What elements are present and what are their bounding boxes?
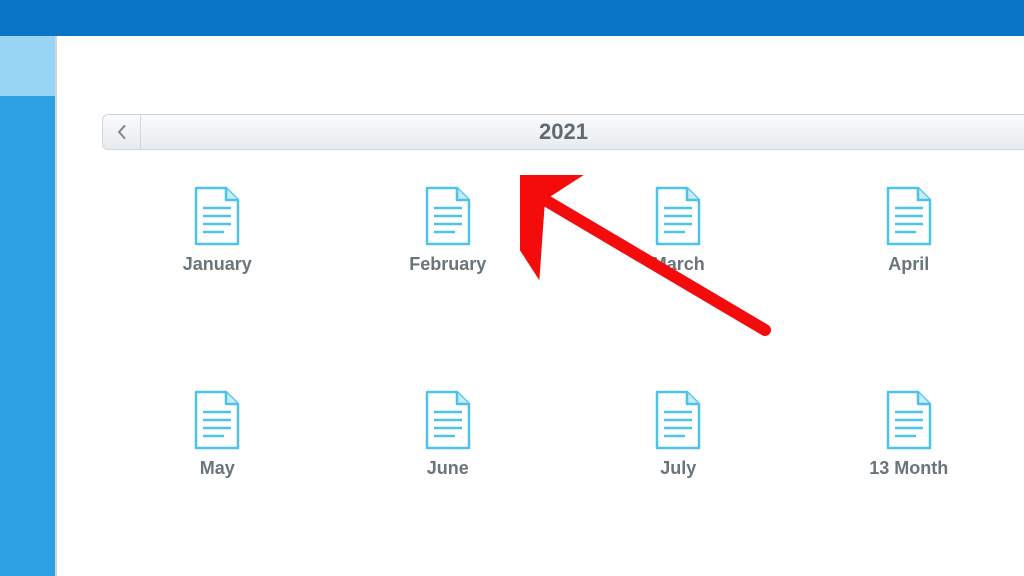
file-item-13-month[interactable]: 13 Month xyxy=(794,390,1024,479)
folder-title: 2021 xyxy=(141,119,1024,145)
file-label: April xyxy=(888,254,929,275)
document-icon xyxy=(653,390,703,450)
document-icon xyxy=(423,186,473,246)
document-icon xyxy=(884,186,934,246)
content-panel: 2021 January February March April May Ju… xyxy=(55,36,1024,576)
sidebar-top-segment xyxy=(0,36,55,96)
file-label: January xyxy=(183,254,252,275)
file-label: July xyxy=(660,458,696,479)
document-icon xyxy=(884,390,934,450)
file-grid: January February March April May June Ju… xyxy=(102,166,1024,479)
chevron-left-icon xyxy=(117,125,127,139)
sidebar-bottom-segment xyxy=(0,96,55,576)
file-item-july[interactable]: July xyxy=(563,390,794,479)
document-icon xyxy=(192,390,242,450)
document-icon xyxy=(653,186,703,246)
file-label: 13 Month xyxy=(869,458,948,479)
window-titlebar xyxy=(0,0,1024,36)
file-label: February xyxy=(409,254,486,275)
file-label: May xyxy=(200,458,235,479)
file-label: March xyxy=(652,254,705,275)
file-item-june[interactable]: June xyxy=(333,390,564,479)
file-item-april[interactable]: April xyxy=(794,186,1024,275)
breadcrumb-bar: 2021 xyxy=(102,114,1024,150)
file-item-may[interactable]: May xyxy=(102,390,333,479)
document-icon xyxy=(192,186,242,246)
document-icon xyxy=(423,390,473,450)
file-item-january[interactable]: January xyxy=(102,186,333,275)
file-item-february[interactable]: February xyxy=(333,186,564,275)
back-button[interactable] xyxy=(103,115,141,149)
file-label: June xyxy=(427,458,469,479)
file-item-march[interactable]: March xyxy=(563,186,794,275)
